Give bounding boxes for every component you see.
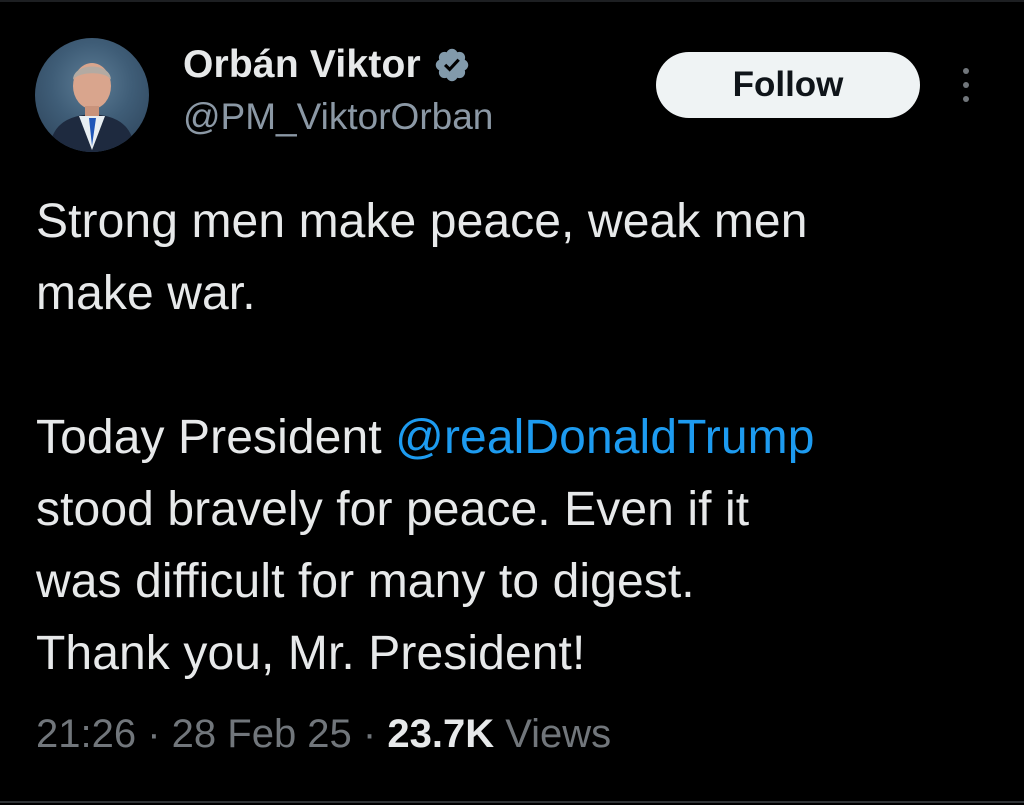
avatar[interactable] <box>35 38 149 152</box>
more-options-icon[interactable] <box>948 60 984 110</box>
tweet-card: Orbán Viktor @PM_ViktorOrban Follow Stro… <box>0 0 1024 805</box>
meta-separator: · <box>136 712 172 756</box>
user-handle[interactable]: @PM_ViktorOrban <box>183 96 493 138</box>
tweet-text-segment: Today President <box>36 411 396 464</box>
more-dot <box>963 96 969 102</box>
meta-separator: · <box>351 712 388 756</box>
tweet-line: Today President @realDonaldTrump <box>36 402 996 474</box>
tweet-line: Thank you, Mr. President! <box>36 627 586 680</box>
tweet-line: make war. <box>36 267 256 320</box>
mention-link[interactable]: @realDonaldTrump <box>395 411 814 464</box>
tweet-line: Strong men make peace, weak men <box>36 195 808 248</box>
follow-button[interactable]: Follow <box>656 52 920 118</box>
more-dot <box>963 82 969 88</box>
tweet-date[interactable]: 28 Feb 25 <box>172 712 352 756</box>
tweet-meta: 21:26 · 28 Feb 25 · 23.7K Views <box>36 712 611 757</box>
display-name[interactable]: Orbán Viktor <box>183 43 421 87</box>
tweet-line: stood bravely for peace. Even if it <box>36 483 750 536</box>
display-name-row: Orbán Viktor <box>183 40 471 90</box>
avatar-photo <box>49 63 135 152</box>
verified-badge-icon <box>435 48 469 82</box>
views-label: Views <box>494 712 612 756</box>
tweet-text: Strong men make peace, weak men make war… <box>36 186 996 690</box>
more-dot <box>963 68 969 74</box>
top-divider <box>0 0 1024 2</box>
tweet-line: was difficult for many to digest. <box>36 555 695 608</box>
tweet-time[interactable]: 21:26 <box>36 712 136 756</box>
bottom-divider <box>0 801 1024 803</box>
views-count[interactable]: 23.7K <box>387 712 494 756</box>
